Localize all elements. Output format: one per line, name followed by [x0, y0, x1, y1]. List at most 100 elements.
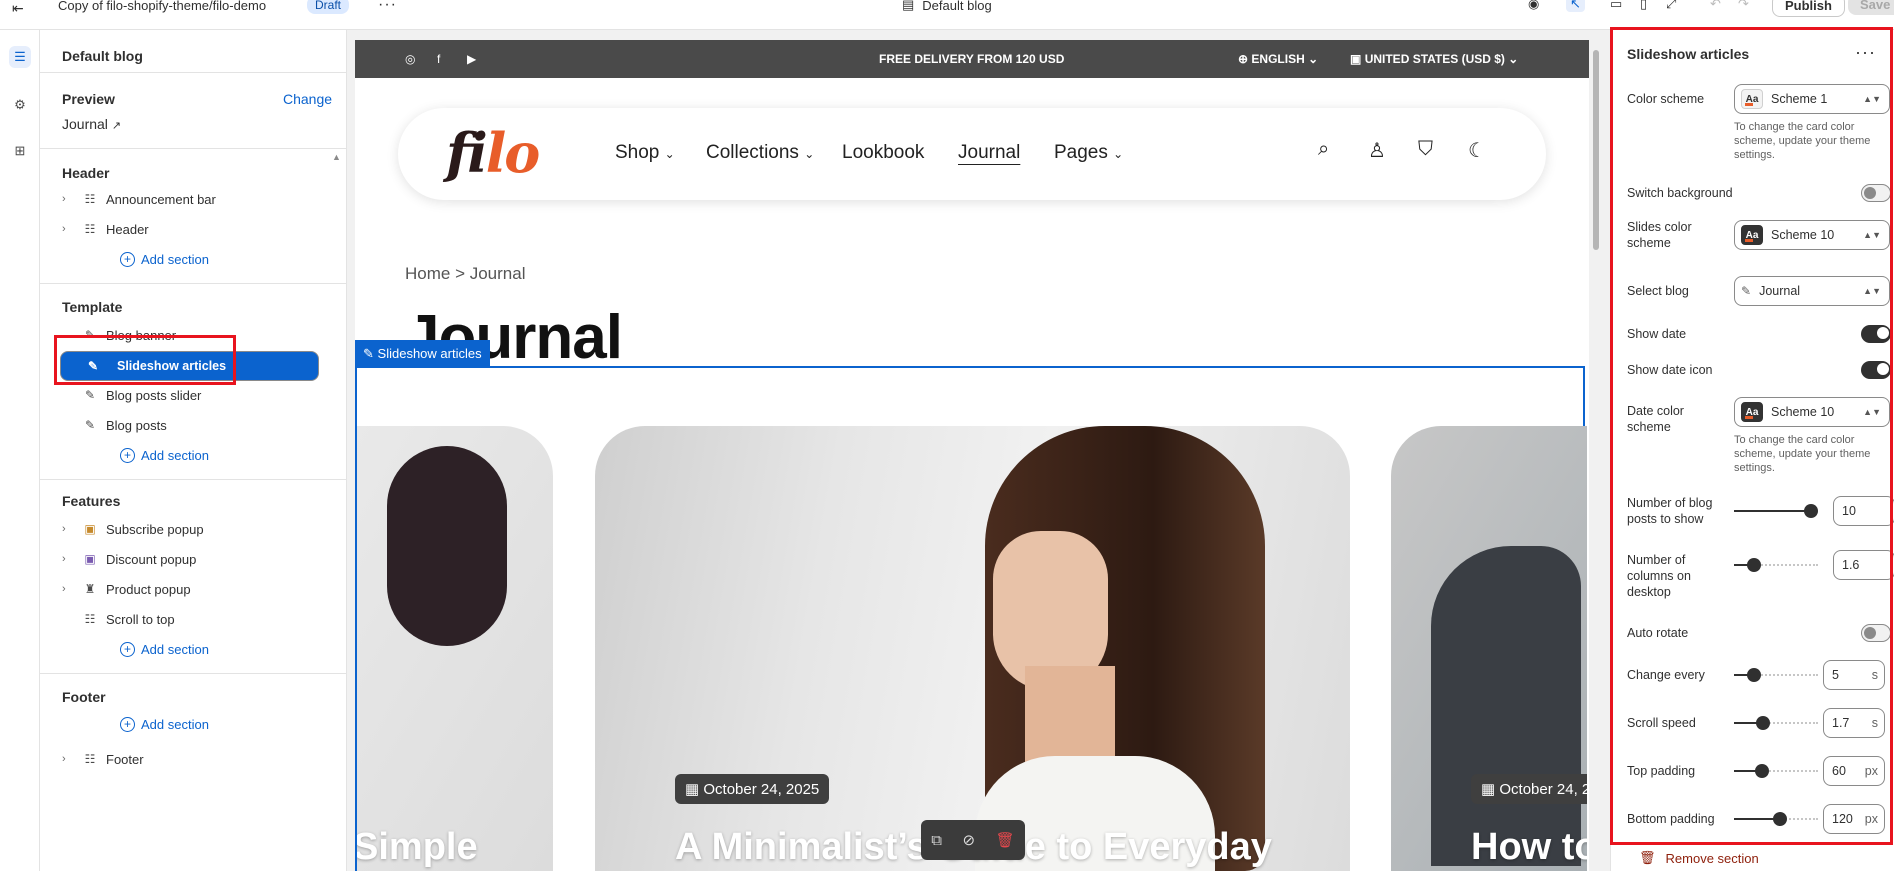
section-icon: ☷ — [84, 752, 96, 766]
features-group-title: Features — [62, 493, 121, 509]
theme-toggle-icon[interactable]: ☾ — [1468, 138, 1486, 163]
scrollbar-thumb[interactable] — [1593, 50, 1599, 250]
plus-circle-icon: + — [120, 642, 135, 657]
scroll-up-icon[interactable]: ▲ — [332, 152, 341, 162]
edit-section-icon: ✎ — [84, 388, 96, 402]
section-icon: ☷ — [84, 222, 96, 236]
desktop-view-icon[interactable]: ▭ — [1610, 0, 1622, 12]
exit-icon[interactable]: ⇤ — [12, 0, 32, 16]
calendar-icon: ▦ — [1481, 781, 1496, 798]
announcement-bar: ◎ f ▶ FREE DELIVERY FROM 120 USD ⊕ ENGLI… — [355, 40, 1589, 78]
account-icon[interactable]: ♙ — [1368, 138, 1386, 163]
nav-lookbook[interactable]: Lookbook — [842, 142, 924, 164]
slide-title[interactable]: Simple — [357, 826, 478, 869]
section-scroll-to-top[interactable]: ☷ Scroll to top — [80, 606, 348, 632]
settings-gear-icon[interactable]: ⚙ — [9, 94, 31, 116]
sections-panel: Default blog Preview Change Journal ↗ ▲ … — [40, 30, 347, 871]
inspector-icon[interactable]: ↖ — [1566, 0, 1585, 12]
mobile-view-icon[interactable]: ▯ — [1640, 0, 1647, 12]
add-section-template[interactable]: + Add section — [120, 448, 209, 463]
nav-collections[interactable]: Collections ⌄ — [706, 142, 814, 164]
store-logo[interactable]: filo — [446, 121, 540, 185]
add-section-features[interactable]: + Add section — [120, 642, 209, 657]
store-name[interactable]: Copy of filo-shopify-theme/filo-demo — [58, 0, 266, 13]
figure-icon: ♜ — [84, 582, 96, 596]
section-blog-posts-slider[interactable]: ✎ Blog posts slider — [80, 382, 348, 408]
divider — [40, 283, 347, 284]
divider — [40, 673, 347, 674]
nav-journal[interactable]: Journal — [958, 142, 1020, 164]
cart-icon[interactable]: ⛉ — [1418, 138, 1433, 161]
template-group-title: Template — [62, 299, 123, 315]
site-header: filo Shop ⌄ Collections ⌄ Lookbook Journ… — [398, 108, 1546, 200]
section-icon: ☷ — [84, 612, 96, 626]
section-footer[interactable]: › ☷ Footer — [62, 746, 330, 772]
fullscreen-icon[interactable]: ⤢ — [1666, 0, 1676, 12]
chevron-right-icon[interactable]: › — [62, 193, 80, 205]
plus-circle-icon: + — [120, 252, 135, 267]
chevron-right-icon[interactable]: › — [62, 523, 80, 535]
preview-scrollbar[interactable] — [1592, 40, 1600, 871]
page-selector[interactable]: ▤ Default blog — [902, 0, 992, 13]
hide-eye-icon[interactable]: ⊘ — [963, 831, 976, 849]
edit-icon: ✎ — [363, 346, 374, 361]
sections-icon[interactable]: ☰ — [9, 46, 31, 68]
save-button[interactable]: Save — [1848, 0, 1894, 15]
selected-section-tag[interactable]: ✎ Slideshow articles — [355, 340, 490, 368]
section-discount-popup[interactable]: › ▣ Discount popup — [62, 546, 330, 572]
change-preview-link[interactable]: Change — [283, 91, 332, 107]
page-name: Default blog — [922, 0, 992, 13]
globe-icon: ⊕ — [1238, 52, 1249, 66]
slide-title[interactable]: How to — [1471, 826, 1587, 869]
page-icon: ▤ — [902, 0, 915, 12]
instagram-icon[interactable]: ◎ — [405, 52, 415, 66]
publish-button[interactable]: Publish — [1772, 0, 1845, 17]
slide-image — [1431, 546, 1581, 866]
undo-icon[interactable]: ↶ — [1710, 0, 1721, 12]
header-group-title: Header — [62, 165, 110, 181]
app-block-icon: ▣ — [84, 552, 96, 566]
slide-card-3[interactable]: ▦ October 24, 2025 How to — [1391, 426, 1587, 871]
slide-card-2[interactable]: ▦ October 24, 2025 A Minimalist’s Guide … — [595, 426, 1350, 871]
section-blog-posts[interactable]: ✎ Blog posts — [80, 412, 348, 438]
section-header[interactable]: › ☷ Header — [62, 216, 330, 242]
section-announcement-bar[interactable]: › ☷ Announcement bar — [62, 186, 330, 212]
redo-icon[interactable]: ↷ — [1738, 0, 1749, 12]
footer-group-title: Footer — [62, 689, 106, 705]
add-section-header[interactable]: + Add section — [120, 252, 209, 267]
section-subscribe-popup[interactable]: › ▣ Subscribe popup — [62, 516, 330, 542]
more-actions-icon[interactable]: ··· — [378, 0, 397, 14]
nav-pages[interactable]: Pages ⌄ — [1054, 142, 1123, 164]
plus-circle-icon: + — [120, 717, 135, 732]
section-icon: ☷ — [84, 192, 96, 206]
highlight-box — [1610, 27, 1893, 845]
section-product-popup[interactable]: › ♜ Product popup — [62, 576, 330, 602]
facebook-icon[interactable]: f — [437, 52, 440, 66]
apps-icon[interactable]: ⊞ — [9, 140, 31, 162]
preview-value[interactable]: Journal ↗ — [62, 116, 121, 132]
delete-trash-icon[interactable]: 🗑 — [996, 831, 1015, 849]
plus-circle-icon: + — [120, 448, 135, 463]
nav-shop[interactable]: Shop ⌄ — [615, 142, 675, 164]
chevron-right-icon[interactable]: › — [62, 753, 80, 765]
breadcrumb[interactable]: Home > Journal — [405, 264, 525, 284]
slide-card-1[interactable]: Simple — [357, 426, 553, 871]
duplicate-icon[interactable]: ⧉ — [931, 832, 942, 849]
calendar-icon: ▦ — [685, 781, 700, 798]
add-section-footer[interactable]: + Add section — [120, 717, 209, 732]
search-icon[interactable]: ⌕ — [1318, 138, 1329, 161]
top-bar: ⇤ Copy of filo-shopify-theme/filo-demo D… — [0, 0, 1894, 30]
template-title: Default blog — [62, 48, 143, 64]
divider — [40, 479, 347, 480]
section-toolbar: ⧉ ⊘ 🗑 — [921, 820, 1025, 860]
chevron-right-icon[interactable]: › — [62, 223, 80, 235]
remove-section-button[interactable]: 🗑 Remove section — [1639, 850, 1759, 866]
external-link-icon: ↗ — [111, 120, 122, 132]
language-selector[interactable]: ⊕ ENGLISH ⌄ — [1238, 52, 1318, 66]
currency-selector[interactable]: ▣ UNITED STATES (USD $) ⌄ — [1350, 52, 1518, 66]
chevron-right-icon[interactable]: › — [62, 553, 80, 565]
chevron-right-icon[interactable]: › — [62, 583, 80, 595]
slide-image — [387, 446, 507, 646]
sidekick-icon[interactable]: ◉ — [1528, 0, 1539, 12]
youtube-icon[interactable]: ▶ — [467, 52, 476, 66]
